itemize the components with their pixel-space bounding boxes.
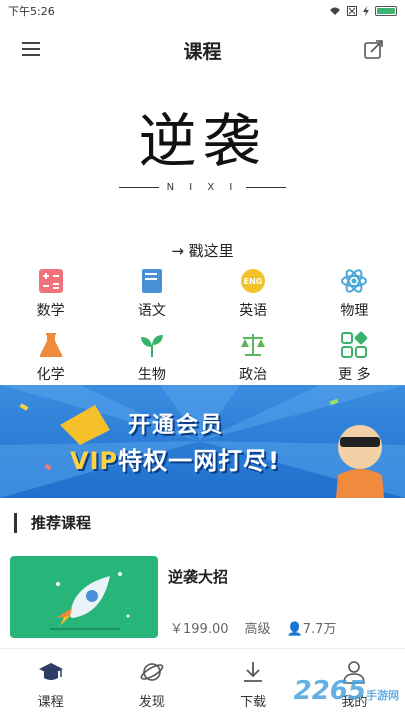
category-more[interactable]: 更 多 bbox=[304, 328, 405, 384]
category-chinese[interactable]: 语文 bbox=[101, 264, 202, 320]
flask-icon bbox=[39, 333, 62, 357]
status-time: 下午5:26 bbox=[8, 5, 55, 18]
course-price: ￥199.00 bbox=[170, 622, 229, 637]
scales-icon bbox=[241, 334, 266, 356]
top-bar: 课程 bbox=[0, 22, 405, 78]
wifi-icon bbox=[330, 7, 340, 15]
section-marker bbox=[14, 512, 17, 533]
logo-sub-text: N I X I bbox=[166, 181, 239, 193]
grid-more-icon bbox=[341, 331, 368, 358]
category-chemistry[interactable]: 化学 bbox=[0, 328, 101, 384]
category-label: 语文 bbox=[137, 303, 166, 319]
battery-icon bbox=[375, 6, 397, 16]
brand-logo[interactable]: 逆袭 N I X I bbox=[0, 107, 405, 230]
svg-text:ENG: ENG bbox=[244, 277, 263, 286]
sim-icon bbox=[347, 6, 357, 16]
course-thumbnail bbox=[10, 556, 158, 638]
course-title: 逆袭大招 bbox=[168, 568, 229, 586]
leaf-icon bbox=[140, 335, 163, 357]
vip-text: VIP bbox=[70, 447, 119, 475]
tagline-link[interactable]: → 戳这里 bbox=[0, 240, 405, 261]
status-icons bbox=[329, 6, 397, 16]
category-math[interactable]: 数学 bbox=[0, 264, 101, 320]
category-label: 数学 bbox=[36, 303, 65, 319]
category-label: 更 多 bbox=[338, 367, 371, 383]
tab-label: 发现 bbox=[138, 695, 165, 710]
section-header: 推荐课程 bbox=[14, 512, 91, 533]
graduation-cap-icon bbox=[38, 663, 63, 680]
share-icon[interactable] bbox=[363, 38, 385, 60]
banner-subline-rest: 特权一网打尽! bbox=[118, 447, 281, 475]
status-bar: 下午5:26 bbox=[0, 0, 405, 22]
section-title: 推荐课程 bbox=[31, 514, 92, 532]
charging-icon bbox=[363, 6, 369, 16]
course-level: 高级 bbox=[244, 622, 271, 637]
category-english[interactable]: ENG 英语 bbox=[203, 264, 304, 320]
category-label: 物理 bbox=[340, 303, 369, 319]
tab-label: 课程 bbox=[37, 695, 64, 710]
category-politics[interactable]: 政治 bbox=[203, 328, 304, 384]
tab-label: 下载 bbox=[240, 695, 267, 710]
user-icon: 👤 bbox=[286, 622, 303, 637]
calculator-icon bbox=[38, 269, 63, 293]
tab-courses[interactable]: 课程 bbox=[0, 649, 101, 720]
category-biology[interactable]: 生物 bbox=[101, 328, 202, 384]
watermark-logo: 2265手游网 bbox=[294, 676, 399, 706]
atom-icon bbox=[341, 269, 368, 293]
watermark-number: 2265 bbox=[293, 676, 366, 706]
logo-glyphs: 逆袭 bbox=[138, 107, 267, 175]
rocket-icon bbox=[50, 572, 130, 630]
course-views-count: 7.7万 bbox=[302, 622, 337, 637]
eng-badge-icon: ENG bbox=[241, 269, 266, 293]
category-label: 生物 bbox=[137, 367, 166, 383]
vip-banner[interactable]: 开通会员 VIP特权一网打尽! bbox=[0, 385, 405, 498]
category-label: 英语 bbox=[239, 303, 268, 319]
banner-headline: 开通会员 bbox=[128, 413, 225, 438]
page-title: 课程 bbox=[183, 40, 222, 63]
course-views: 👤7.7万 bbox=[287, 618, 337, 637]
watermark-site: 手游网 bbox=[366, 689, 399, 702]
menu-icon[interactable] bbox=[22, 42, 40, 56]
category-physics[interactable]: 物理 bbox=[304, 264, 405, 320]
banner-subline: VIP特权一网打尽! bbox=[70, 441, 280, 476]
planet-icon bbox=[140, 663, 164, 681]
category-grid: 数学 语文 ENG 英语 物理 化学 生物 政治 更 多 bbox=[0, 264, 405, 384]
logo-subtitle: N I X I bbox=[118, 181, 287, 193]
tab-download[interactable]: 下载 bbox=[203, 649, 304, 720]
book-icon bbox=[141, 269, 162, 293]
tab-discover[interactable]: 发现 bbox=[101, 649, 202, 720]
category-label: 化学 bbox=[36, 367, 65, 383]
category-label: 政治 bbox=[239, 367, 268, 383]
download-icon bbox=[244, 662, 263, 682]
course-meta: ￥199.00 高级 👤7.7万 bbox=[170, 618, 336, 637]
course-card[interactable]: 逆袭大招 ￥199.00 高级 👤7.7万 bbox=[10, 556, 395, 640]
